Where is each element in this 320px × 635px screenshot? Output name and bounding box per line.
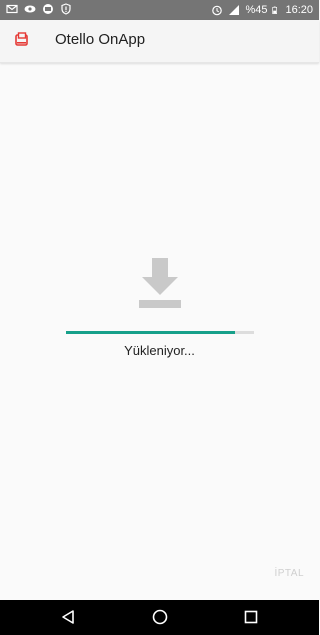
loading-status-text: Yükleniyor... <box>124 343 195 358</box>
home-icon[interactable] <box>151 608 169 626</box>
app-bar: Otello OnApp <box>0 20 319 63</box>
progress-bar <box>66 331 254 334</box>
app-logo-icon[interactable] <box>14 32 30 48</box>
app-title: Otello OnApp <box>55 31 146 48</box>
cast-icon <box>43 4 53 14</box>
recents-icon[interactable] <box>242 608 260 626</box>
signal-icon <box>229 5 240 15</box>
system-icons: %45 16:20 <box>211 3 313 17</box>
alarm-icon <box>212 5 223 16</box>
cancel-button[interactable]: İPTAL <box>274 568 304 579</box>
status-bar: %45 16:20 <box>0 0 319 20</box>
shield-icon <box>61 3 71 15</box>
clock: 16:20 <box>285 4 313 16</box>
eye-icon <box>24 5 36 13</box>
back-icon[interactable] <box>59 608 77 626</box>
gmail-icon <box>6 4 18 14</box>
notification-icons <box>6 3 72 15</box>
download-icon <box>139 258 181 308</box>
battery-percentage: %45 <box>245 4 268 16</box>
progress-fill <box>66 331 236 334</box>
navigation-bar <box>0 600 319 635</box>
battery-icon <box>272 6 278 14</box>
